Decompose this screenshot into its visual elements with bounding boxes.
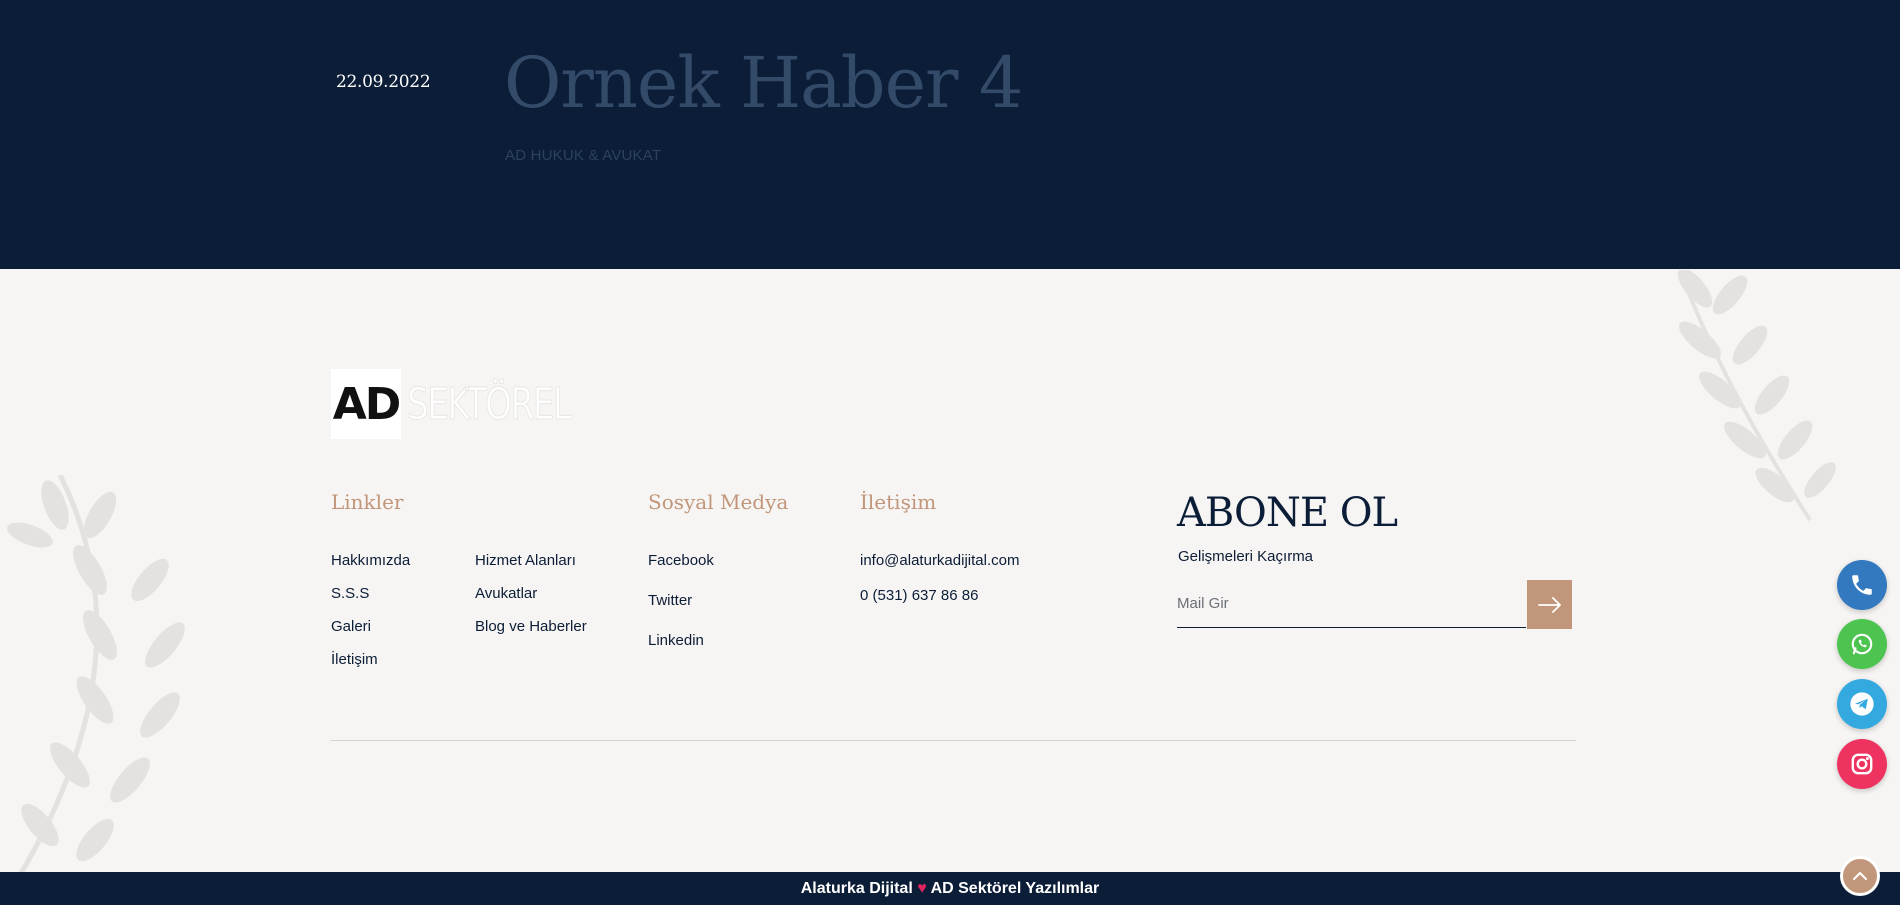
footer-link-iletisim[interactable]: İletişim [331, 651, 378, 668]
footer-link-galeri[interactable]: Galeri [331, 618, 371, 635]
footer-link-blog[interactable]: Blog ve Haberler [475, 618, 587, 635]
footer-link-hizmet-alanlari[interactable]: Hizmet Alanları [475, 552, 576, 569]
leaf-branch-right-icon [1677, 270, 1836, 522]
contact-phone-link[interactable]: 0 (531) 637 86 86 [860, 587, 978, 604]
credit-company[interactable]: Alaturka Dijital [801, 880, 913, 897]
instagram-button[interactable] [1837, 739, 1887, 789]
footer-link-linkedin[interactable]: Linkedin [648, 632, 704, 649]
heart-icon: ♥ [917, 880, 927, 897]
phone-icon [1852, 575, 1872, 595]
footer-link-avukatlar[interactable]: Avukatlar [475, 585, 537, 602]
contact-email-link[interactable]: info@alaturkadijital.com [860, 552, 1019, 569]
credit-product[interactable]: AD Sektörel Yazılımlar [931, 880, 1100, 897]
leaf-branch-left-icon [7, 475, 185, 875]
footer-link-sss[interactable]: S.S.S [331, 585, 369, 602]
arrow-right-icon [1537, 596, 1561, 613]
copyright-credit: Alaturka Dijital ♥ AD Sektörel Yazılımla… [0, 880, 1900, 898]
instagram-icon [1851, 753, 1873, 775]
chevron-up-icon [1853, 872, 1867, 880]
subscribe-subtitle: Gelişmeleri Kaçırma [1178, 548, 1314, 565]
logo-mark: AD [331, 369, 401, 439]
linkler-title: Linkler [331, 490, 404, 514]
logo-text: SEKTÖREL [407, 378, 573, 430]
footer-logo[interactable]: AD SEKTÖREL [331, 369, 617, 439]
whatsapp-icon [1851, 633, 1873, 655]
whatsapp-button[interactable] [1837, 619, 1887, 669]
news-date: 22.09.2022 [336, 72, 431, 92]
footer-divider [330, 740, 1576, 741]
call-button[interactable] [1837, 560, 1887, 610]
subscribe-email-input[interactable] [1177, 580, 1526, 628]
subscribe-title: ABONE OL [1177, 490, 1398, 536]
subscribe-submit-button[interactable] [1527, 580, 1572, 629]
news-hero: 22.09.2022 Ornek Haber 4 AD HUKUK & AVUK… [0, 0, 1900, 269]
telegram-button[interactable] [1837, 679, 1887, 729]
iletisim-title: İletişim [860, 490, 937, 514]
footer-link-twitter[interactable]: Twitter [648, 592, 692, 609]
news-author: AD HUKUK & AVUKAT [505, 147, 662, 164]
sosyal-medya-title: Sosyal Medya [648, 490, 789, 514]
scroll-to-top-button[interactable] [1840, 856, 1880, 896]
footer-link-hakkimizda[interactable]: Hakkımızda [331, 552, 410, 569]
footer-link-facebook[interactable]: Facebook [648, 552, 714, 569]
news-title: Ornek Haber 4 [504, 42, 1023, 124]
telegram-icon [1850, 692, 1874, 716]
